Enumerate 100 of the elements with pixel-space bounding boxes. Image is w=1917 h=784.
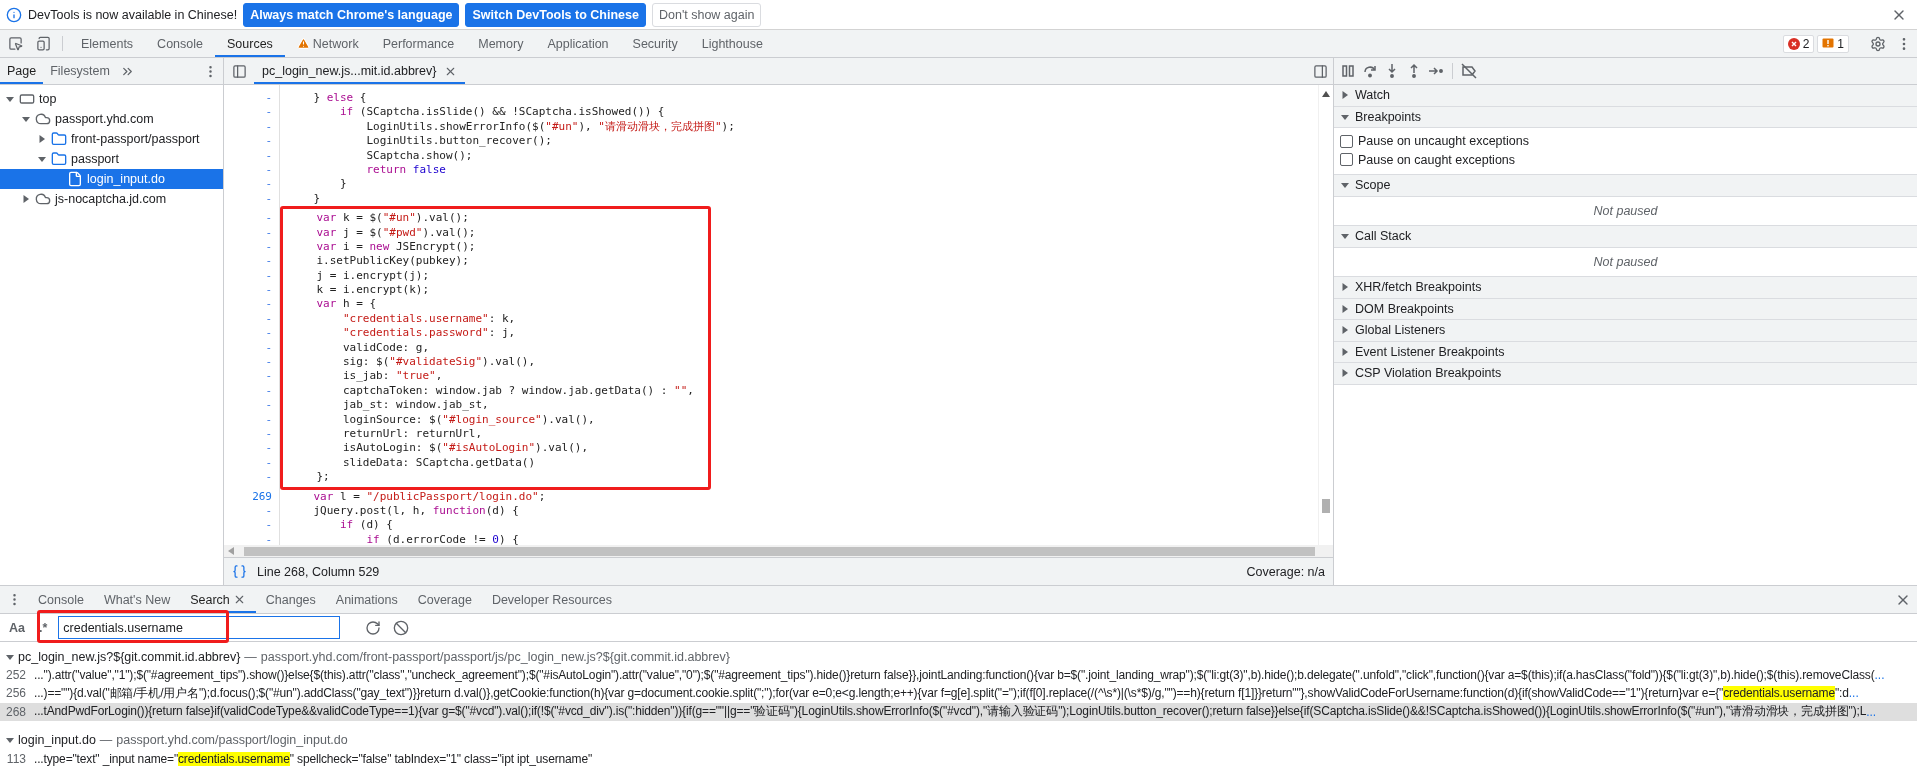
match-case-toggle[interactable]: Aa [4, 618, 30, 637]
line-number: - [264, 148, 273, 163]
expand-triangle-icon[interactable] [38, 135, 46, 143]
deactivate-breakpoints-icon[interactable] [1461, 63, 1477, 79]
panel-tab[interactable]: Security [620, 30, 690, 57]
section-header[interactable]: CSP Violation Breakpoints [1334, 363, 1917, 385]
line-number: 268 [4, 704, 27, 719]
device-toolbar-icon[interactable] [35, 36, 51, 51]
section-header[interactable]: XHR/fetch Breakpoints [1334, 277, 1917, 299]
step-over-icon[interactable] [1362, 63, 1378, 79]
panel-tab[interactable]: Performance [370, 30, 467, 57]
collapse-triangle-icon[interactable] [6, 652, 14, 661]
section-header[interactable]: Scope [1334, 175, 1917, 197]
file-tab[interactable]: pc_login_new.js...mit.id.abbrev} [254, 58, 466, 84]
dismiss-button[interactable]: Don't show again [651, 2, 762, 27]
tree-item[interactable]: passport.yhd.com [0, 109, 223, 129]
sidebar-toggle-icon[interactable] [231, 63, 247, 79]
show-more-link[interactable]: ... [1866, 704, 1877, 719]
line-number: - [264, 503, 273, 519]
primary-button[interactable]: Always match Chrome's language [243, 2, 460, 27]
line-number: - [264, 518, 273, 533]
search-result-text: ...tAndPwdForLogin()){return false}if(validCodeType&&validCodeType==1){var g=$("#vcd").val();if(!$("#vcd_div").is(":hidden")){if(g==""||g=="验证码"){LoginUtils.showErrorInfo($("#vcd"),"请输入验证码");LoginUtils.button_recover();return false}}else{if(SCaptcha.isSlide()&&!SCaptcha.isShowed()){LoginUtils.showErrorInfo($("#un"),"请滑动滑块，完成拼图");L [34, 703, 1867, 721]
collapse-triangle-icon[interactable] [22, 115, 30, 123]
code-line: captchaToken: window.jab ? window.jab.getData() : "", [341, 383, 695, 399]
drawer-tab[interactable]: Developer Resources [481, 586, 623, 613]
tree-item[interactable]: front-passport/passport [0, 129, 223, 149]
expand-triangle-icon [1341, 326, 1349, 335]
drawer-tab[interactable]: Coverage [407, 586, 482, 613]
settings-icon[interactable] [1870, 35, 1886, 52]
horizontal-scrollbar[interactable] [224, 545, 1333, 557]
collapse-triangle-icon[interactable] [6, 95, 14, 103]
line-number: 269 [251, 489, 273, 504]
section-header[interactable]: Event Listener Breakpoints [1334, 341, 1917, 363]
tree-item[interactable]: passport [0, 149, 223, 169]
line-number: - [264, 326, 273, 341]
braces-icon[interactable] [232, 564, 247, 579]
show-more-link[interactable]: ... [1874, 668, 1885, 683]
line-number: - [264, 532, 273, 545]
line-number: - [264, 470, 273, 485]
drawer-tab[interactable]: Changes [255, 586, 326, 613]
section-header[interactable]: Breakpoints [1334, 106, 1917, 128]
line-number: - [264, 191, 273, 207]
panel-tab[interactable]: Application [535, 30, 621, 57]
code-line: } else { [312, 91, 368, 106]
line-number: - [264, 268, 273, 284]
drawer-tab[interactable]: Search [180, 586, 256, 613]
collapse-triangle-icon[interactable] [6, 736, 14, 745]
sidebar-toggle-icon[interactable] [1312, 63, 1328, 79]
search-field[interactable]: credentials.username [58, 616, 341, 639]
panel-tab[interactable]: Memory [466, 30, 536, 57]
line-number: - [264, 239, 273, 255]
code-line: if (SCaptcha.isSlide() && !SCaptcha.isShowed()) { [338, 105, 666, 120]
section-header[interactable]: Watch [1334, 85, 1917, 107]
checkbox[interactable] [1340, 153, 1353, 167]
navigator-tab[interactable]: Page [0, 58, 44, 84]
navigator-tab[interactable]: Filesystem [43, 58, 117, 84]
expand-triangle-icon [1341, 347, 1349, 356]
section-header[interactable]: Global Listeners [1334, 320, 1917, 342]
error-count-badge[interactable]: 2 [1782, 34, 1815, 53]
tree-item[interactable]: top [0, 89, 223, 109]
expand-triangle-icon[interactable] [22, 195, 30, 203]
line-number: - [264, 311, 273, 327]
inspect-icon[interactable] [7, 36, 23, 51]
tree-item[interactable]: js-nocaptcha.jd.com [0, 189, 223, 209]
checkbox[interactable] [1340, 134, 1353, 148]
line-number: - [264, 441, 273, 456]
show-more-link[interactable]: ... [1848, 686, 1859, 701]
primary-button[interactable]: Switch DevTools to Chinese [465, 2, 646, 27]
tree-item[interactable]: login_input.do [0, 169, 223, 189]
line-number: - [264, 254, 273, 269]
clear-icon[interactable] [393, 619, 410, 636]
code-line: } [338, 177, 348, 192]
panel-tab[interactable]: Network [284, 30, 371, 57]
scroll-thumb[interactable] [1322, 499, 1330, 513]
expand-triangle-icon [1341, 304, 1349, 313]
panel-tab[interactable]: Lighthouse [689, 30, 775, 57]
line-number: - [264, 91, 273, 106]
code-line: j = i.encrypt(j); [315, 268, 431, 284]
drawer-tab[interactable]: What's New [93, 586, 181, 613]
drawer-tab[interactable]: Console [28, 586, 94, 613]
drawer-tab[interactable]: Animations [325, 586, 408, 613]
collapse-triangle-icon[interactable] [38, 155, 46, 163]
line-number: 252 [4, 668, 27, 683]
warning-count-badge[interactable]: 1 [1817, 34, 1849, 53]
line-number: - [264, 427, 273, 442]
vertical-scrollbar[interactable] [1318, 85, 1333, 545]
panel-tab[interactable]: Console [145, 30, 215, 57]
warning-icon [296, 37, 310, 50]
section-header[interactable]: Call Stack [1334, 226, 1917, 248]
pause-icon[interactable] [1340, 63, 1356, 79]
panel-tab[interactable]: Elements [69, 30, 146, 57]
code-line: SCaptcha.show(); [365, 148, 474, 163]
file-name: login_input.do [18, 733, 96, 748]
expand-triangle-icon [1341, 369, 1349, 378]
section-header[interactable]: DOM Breakpoints [1334, 298, 1917, 320]
refresh-icon[interactable] [365, 619, 382, 636]
scroll-up-arrow-icon[interactable] [1322, 91, 1330, 97]
regex-toggle[interactable]: .* [34, 618, 53, 637]
file-path: passport.yhd.com/passport/login_input.do [116, 733, 348, 748]
code-line: loginSource: $("#login_source").val(), [341, 412, 596, 427]
